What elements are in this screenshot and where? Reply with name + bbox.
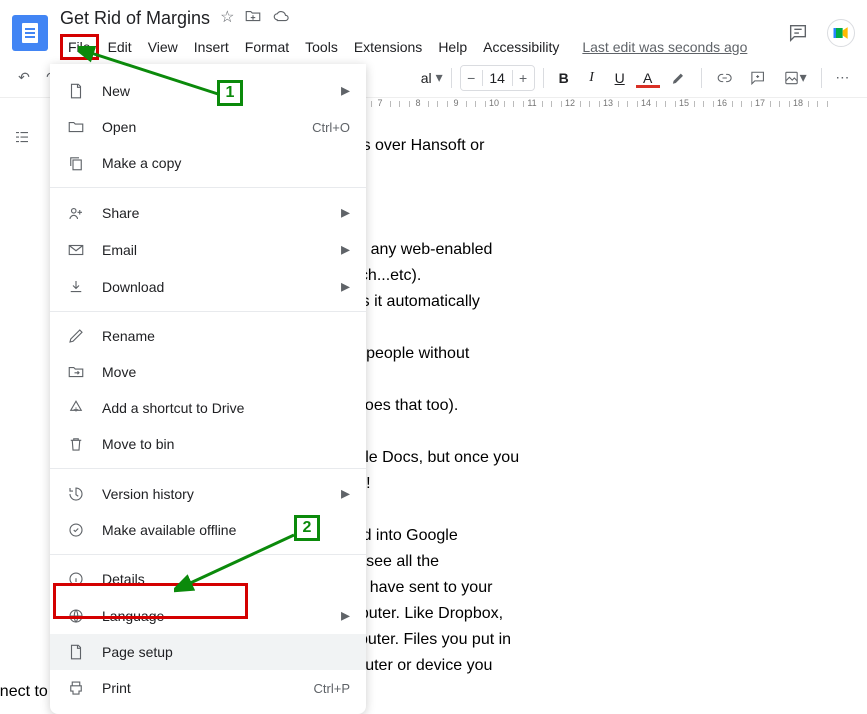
add-comment-button[interactable] xyxy=(743,65,772,91)
text-color-button[interactable]: A xyxy=(636,67,660,88)
menu-item-email[interactable]: Email ▸ xyxy=(50,231,366,268)
italic-button[interactable]: I xyxy=(580,66,604,90)
share-icon xyxy=(66,203,86,223)
menu-item-pagesetup[interactable]: Page setup xyxy=(50,634,366,670)
font-size-decrease[interactable]: − xyxy=(461,66,482,90)
trash-icon xyxy=(66,434,86,454)
menu-label: Add a shortcut to Drive xyxy=(102,400,350,416)
font-size-increase[interactable]: + xyxy=(513,66,534,90)
menu-item-shortcut[interactable]: Add a shortcut to Drive xyxy=(50,390,366,426)
menu-separator xyxy=(50,311,366,312)
menu-item-open[interactable]: Open Ctrl+O xyxy=(50,109,366,145)
offline-icon xyxy=(66,520,86,540)
globe-icon xyxy=(66,606,86,626)
submenu-arrow-icon: ▸ xyxy=(341,276,350,297)
menu-label: Make a copy xyxy=(102,155,350,171)
menu-label: Share xyxy=(102,205,333,221)
underline-button[interactable]: U xyxy=(608,66,632,90)
docs-logo[interactable] xyxy=(12,15,48,51)
menu-label: Version history xyxy=(102,486,333,502)
menu-item-makecopy[interactable]: Make a copy xyxy=(50,145,366,181)
menu-label: Language xyxy=(102,608,333,624)
move-folder-icon xyxy=(66,362,86,382)
print-icon xyxy=(66,678,86,698)
submenu-arrow-icon: ▸ xyxy=(341,239,350,260)
keyboard-shortcut: Ctrl+P xyxy=(314,681,350,696)
drive-shortcut-icon xyxy=(66,398,86,418)
outline-rail xyxy=(0,114,44,691)
undo-button[interactable]: ↶ xyxy=(12,65,36,90)
menu-item-version[interactable]: Version history ▸ xyxy=(50,475,366,512)
menu-label: Move to bin xyxy=(102,436,350,452)
cloud-status-icon[interactable] xyxy=(272,7,290,30)
menu-item-rename[interactable]: Rename xyxy=(50,318,366,354)
font-size-value[interactable]: 14 xyxy=(482,70,513,86)
last-edit-link[interactable]: Last edit was seconds ago xyxy=(582,39,747,55)
menu-label: Page setup xyxy=(102,644,350,660)
annotation-arrow-1 xyxy=(78,46,228,106)
insert-image-button[interactable]: ▾ xyxy=(777,65,813,91)
file-menu-dropdown: New ▸ Open Ctrl+O Make a copy Share ▸ Em… xyxy=(50,64,366,714)
move-icon[interactable] xyxy=(244,7,262,30)
email-icon xyxy=(66,240,86,260)
submenu-arrow-icon: ▸ xyxy=(341,80,350,101)
menu-item-print[interactable]: Print Ctrl+P xyxy=(50,670,366,706)
menu-format[interactable]: Format xyxy=(238,35,296,59)
menu-accessibility[interactable]: Accessibility xyxy=(476,35,566,59)
font-size-control: − 14 + xyxy=(460,65,535,91)
menu-item-move[interactable]: Move xyxy=(50,354,366,390)
menu-label: Download xyxy=(102,279,333,295)
annotation-number-2: 2 xyxy=(294,515,320,541)
menu-label: Move xyxy=(102,364,350,380)
submenu-arrow-icon: ▸ xyxy=(341,605,350,626)
outline-icon[interactable] xyxy=(13,128,31,149)
menu-separator xyxy=(50,468,366,469)
copy-icon xyxy=(66,153,86,173)
font-dropdown-icon[interactable]: ▾ xyxy=(436,69,443,86)
info-icon xyxy=(66,569,86,589)
menu-separator xyxy=(50,187,366,188)
page-setup-icon xyxy=(66,642,86,662)
keyboard-shortcut: Ctrl+O xyxy=(312,120,350,135)
font-name[interactable]: al xyxy=(421,70,432,86)
annotation-arrow-2 xyxy=(174,530,304,600)
highlight-button[interactable] xyxy=(664,65,693,91)
download-icon xyxy=(66,277,86,297)
submenu-arrow-icon: ▸ xyxy=(341,202,350,223)
document-title[interactable]: Get Rid of Margins xyxy=(60,8,210,29)
menu-label: Rename xyxy=(102,328,350,344)
menu-label: Email xyxy=(102,242,333,258)
folder-open-icon xyxy=(66,117,86,137)
menu-tools[interactable]: Tools xyxy=(298,35,345,59)
menu-item-language[interactable]: Language ▸ xyxy=(50,597,366,634)
submenu-arrow-icon: ▸ xyxy=(341,483,350,504)
history-icon xyxy=(66,484,86,504)
menu-item-download[interactable]: Download ▸ xyxy=(50,268,366,305)
menu-help[interactable]: Help xyxy=(431,35,474,59)
bold-button[interactable]: B xyxy=(552,66,576,90)
comments-icon[interactable] xyxy=(787,22,809,44)
meet-icon[interactable] xyxy=(827,19,855,47)
menu-extensions[interactable]: Extensions xyxy=(347,35,429,59)
menu-item-share[interactable]: Share ▸ xyxy=(50,194,366,231)
insert-link-button[interactable] xyxy=(710,65,739,91)
more-tools-button[interactable]: ⋯ xyxy=(830,65,855,90)
rename-icon xyxy=(66,326,86,346)
header-right xyxy=(787,19,855,47)
annotation-number-1: 1 xyxy=(217,80,243,106)
menu-item-movebin[interactable]: Move to bin xyxy=(50,426,366,462)
star-icon[interactable]: ☆ xyxy=(220,7,234,30)
menu-label: Open xyxy=(102,119,312,135)
menu-label: Print xyxy=(102,680,314,696)
